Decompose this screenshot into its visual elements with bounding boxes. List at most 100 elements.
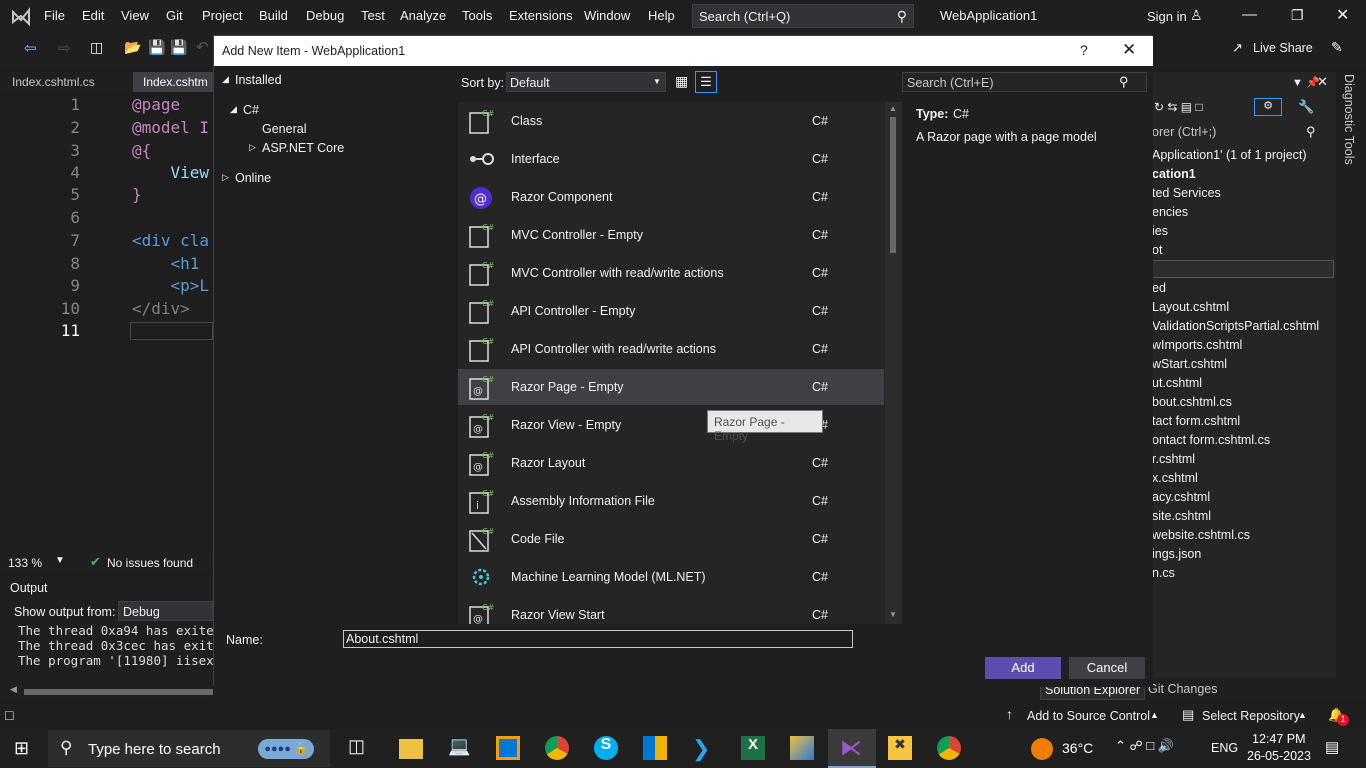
tree-item[interactable]: tact form.cshtml	[1152, 414, 1240, 428]
scroll-up-icon[interactable]: ▲	[889, 104, 897, 113]
new-project-icon[interactable]: ◫	[90, 39, 103, 56]
output-source-select[interactable]: Debug	[118, 601, 213, 621]
source-control-dropdown-icon[interactable]: ▲	[1150, 710, 1159, 720]
comment-icon[interactable]: □	[5, 707, 13, 723]
clock-time[interactable]: 12:47 PM	[1252, 732, 1306, 746]
visual-studio-taskbar-button[interactable]: ⧔	[828, 729, 876, 768]
diagnostic-tools-label[interactable]: Diagnostic Tools	[1342, 74, 1356, 165]
tree-item[interactable]: ValidationScriptsPartial.cshtml	[1152, 319, 1319, 333]
template-item-razor-page-empty[interactable]: @ C# Razor Page - Empty C#	[458, 369, 884, 405]
menu-edit[interactable]: Edit	[82, 8, 104, 23]
tree-item[interactable]: wImports.cshtml	[1152, 338, 1242, 352]
menu-test[interactable]: Test	[361, 8, 385, 23]
tree-item[interactable]: ings.json	[1152, 547, 1201, 561]
taskbar-search[interactable]: ⚲ Type here to search ●●●● 🔒	[48, 730, 330, 767]
forward-icon[interactable]: ⇨	[58, 39, 71, 57]
output-hscrollbar[interactable]: ◀	[10, 684, 213, 696]
tree-item[interactable]: wStart.cshtml	[1152, 357, 1227, 371]
menu-file[interactable]: File	[44, 8, 65, 23]
tools-icon[interactable]: ✖	[888, 736, 912, 760]
grid-view-icon[interactable]: ▦	[675, 73, 688, 90]
tab-index-cshtml[interactable]: Index.cshtm	[133, 72, 218, 92]
close-dialog-icon[interactable]: ✕	[1122, 40, 1136, 60]
tree-item[interactable]: ted Services	[1152, 186, 1221, 200]
add-to-source-control[interactable]: Add to Source Control	[1027, 709, 1150, 723]
tree-item[interactable]: ies	[1152, 224, 1168, 238]
tree-item[interactable]: acy.cshtml	[1152, 490, 1210, 504]
sign-in-link[interactable]: Sign in	[1147, 9, 1187, 24]
network-app-icon[interactable]: 💻	[448, 736, 472, 760]
sync-icon[interactable]: ↻ ⇆ ▤ □	[1154, 100, 1203, 114]
collapse-icon[interactable]: ◢	[230, 104, 237, 115]
solution-search-input[interactable]: orer (Ctrl+;) ⚲	[1152, 122, 1336, 142]
menu-git[interactable]: Git	[166, 8, 183, 23]
account-icon[interactable]: ♙	[1190, 7, 1203, 24]
sort-select[interactable]: Default ▼	[506, 72, 666, 92]
scroll-down-icon[interactable]: ▼	[889, 610, 897, 619]
template-item-code-file[interactable]: C# Code File C#	[458, 521, 884, 557]
open-folder-icon[interactable]: 📂	[124, 39, 141, 56]
clock-date[interactable]: 26-05-2023	[1247, 749, 1311, 763]
menu-tools[interactable]: Tools	[462, 8, 492, 23]
feedback-icon[interactable]: ✎	[1331, 39, 1343, 56]
issues-status[interactable]: No issues found	[107, 556, 193, 570]
scroll-left-icon[interactable]: ◀	[10, 684, 17, 695]
diagnostic-tools-tab[interactable]: Diagnostic Tools	[1336, 72, 1366, 700]
tree-item[interactable]: ed	[1152, 281, 1166, 295]
windows-start-icon[interactable]: ⊞	[14, 738, 29, 759]
visual-studio-logo-icon[interactable]	[10, 6, 32, 28]
tab-index-cshtml-cs[interactable]: Index.cshtml.cs	[2, 72, 105, 92]
template-item-api-controller-empty[interactable]: C# API Controller - Empty C#	[458, 293, 884, 329]
weather-temperature[interactable]: 36°C	[1062, 740, 1093, 756]
tree-item[interactable]: x.cshtml	[1152, 471, 1198, 485]
tab-git-changes[interactable]: Git Changes	[1148, 682, 1217, 696]
zoom-dropdown-icon[interactable]: ▼	[55, 555, 65, 566]
menu-build[interactable]: Build	[259, 8, 288, 23]
template-item-razor-layout[interactable]: @ C# Razor Layout C#	[458, 445, 884, 481]
code-editor[interactable]: 1 @page 2 @model I 3 @{ 4 View 5 } 6 7 <…	[0, 92, 213, 550]
search-input[interactable]: Search (Ctrl+Q) ⚲	[692, 4, 914, 28]
filter-icon[interactable]: ⚙	[1254, 98, 1282, 116]
menu-extensions[interactable]: Extensions	[509, 8, 573, 23]
template-list-scrollbar[interactable]: ▲ ▼	[885, 102, 902, 624]
scroll-thumb[interactable]	[24, 689, 213, 695]
menu-help[interactable]: Help	[648, 8, 675, 23]
app-icon[interactable]	[496, 736, 520, 760]
chrome-profile-icon[interactable]	[937, 736, 961, 760]
close-panel-icon[interactable]: ✕	[1317, 74, 1328, 90]
help-button[interactable]: ?	[1080, 42, 1088, 58]
tree-item[interactable]: n.cs	[1152, 566, 1175, 580]
name-input[interactable]: About.cshtml	[343, 630, 853, 648]
template-item-razor-component[interactable]: @ Razor Component C#	[458, 179, 884, 215]
template-item-razor-view-start[interactable]: @ C# Razor View Start C#	[458, 597, 884, 624]
back-icon[interactable]: ⇦	[24, 39, 37, 57]
tray-icons[interactable]: ⌃ ☍ □ 🔊	[1115, 738, 1174, 754]
tree-general[interactable]: General	[262, 122, 306, 136]
tree-aspnet-core[interactable]: ASP.NET Core	[262, 141, 344, 155]
save-all-icon[interactable]: 💾	[170, 39, 187, 56]
tree-item[interactable]: bout.cshtml.cs	[1152, 395, 1232, 409]
minimize-icon[interactable]: —	[1242, 6, 1257, 23]
menu-view[interactable]: View	[121, 8, 149, 23]
collapse-icon[interactable]: ◢	[222, 74, 229, 85]
input-language[interactable]: ENG	[1211, 741, 1238, 755]
tree-item[interactable]: ut.cshtml	[1152, 376, 1202, 390]
expand-icon[interactable]: ▷	[222, 172, 229, 183]
task-view-icon[interactable]: ◫	[348, 736, 372, 760]
tree-csharp[interactable]: C#	[243, 103, 259, 117]
store-icon[interactable]	[643, 736, 667, 760]
tree-installed[interactable]: Installed	[235, 73, 282, 87]
save-icon[interactable]: 💾	[148, 39, 165, 56]
expand-icon[interactable]: ▷	[249, 142, 256, 153]
template-item-api-controller-rw[interactable]: C# API Controller with read/write action…	[458, 331, 884, 367]
select-repository[interactable]: Select Repository	[1202, 709, 1300, 723]
close-window-icon[interactable]: ✕	[1336, 5, 1349, 25]
pin-icon[interactable]: ▼ 📌	[1292, 76, 1320, 89]
wrench-icon[interactable]: 🔧	[1298, 99, 1314, 115]
tree-item[interactable]: website.cshtml.cs	[1152, 528, 1250, 542]
template-item-mvc-controller-empty[interactable]: C# MVC Controller - Empty C#	[458, 217, 884, 253]
list-view-icon[interactable]: ☰	[695, 71, 717, 93]
tree-item[interactable]: Application1' (1 of 1 project)	[1152, 148, 1307, 162]
cancel-button[interactable]: Cancel	[1069, 657, 1145, 679]
template-search-input[interactable]: Search (Ctrl+E) ⚲	[902, 72, 1147, 92]
